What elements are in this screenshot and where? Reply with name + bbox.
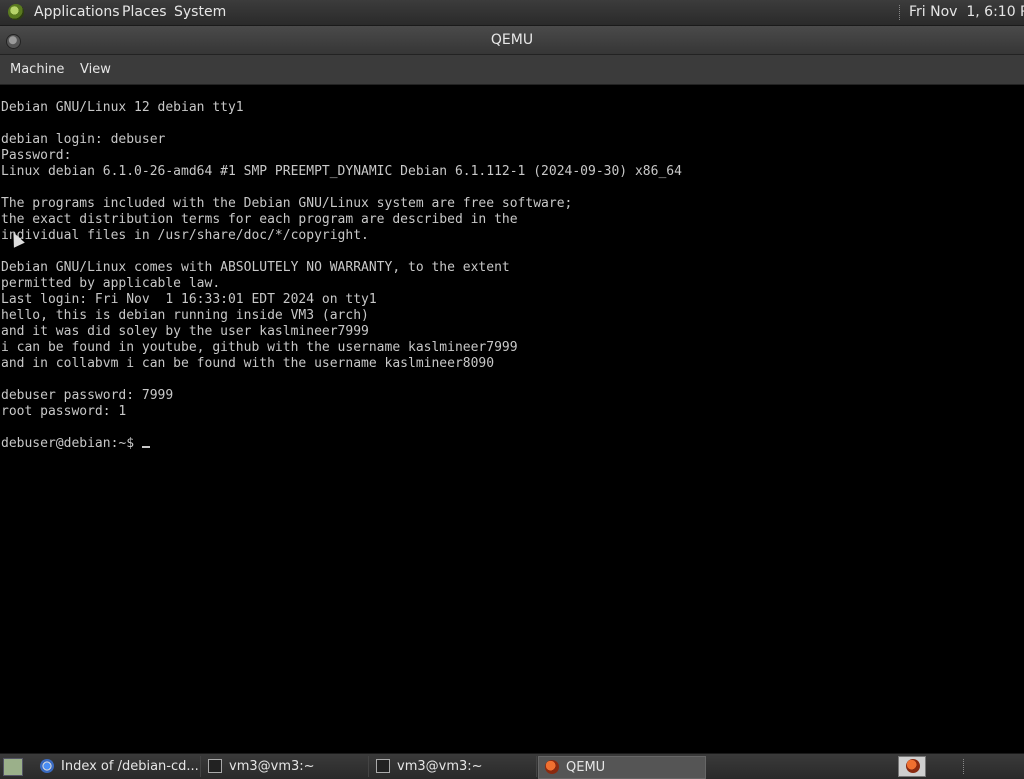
console-line: Linux debian 6.1.0-26-amd64 #1 SMP PREEM… <box>1 164 682 179</box>
window-titlebar[interactable]: QEMU <box>0 26 1024 55</box>
clock[interactable]: Fri Nov 1, 6:10 PM <box>909 0 1024 25</box>
console-line: permitted by applicable law. <box>1 276 221 291</box>
panel-separator <box>963 759 964 774</box>
vm-console[interactable]: Debian GNU/Linux 12 debian tty1 debian l… <box>0 85 1024 753</box>
text-cursor <box>141 446 150 448</box>
console-line: Debian GNU/Linux 12 debian tty1 <box>1 100 244 115</box>
console-line: debuser password: 7999 <box>1 388 174 403</box>
taskbar-item-label: QEMU <box>566 760 606 775</box>
console-line: i can be found in youtube, github with t… <box>1 340 518 355</box>
window-title: QEMU <box>490 32 534 48</box>
taskbar-item-qemu[interactable]: QEMU <box>538 756 706 779</box>
console-line: individual files in /usr/share/doc/*/cop… <box>1 228 369 243</box>
window-menubar: Machine View <box>0 55 1024 85</box>
console-line: Password: <box>1 148 72 163</box>
taskbar-item-terminal-2[interactable]: vm3@vm3:~ <box>370 756 537 777</box>
taskbar: Index of /debian-cd... vm3@vm3:~ vm3@vm3… <box>0 753 1024 779</box>
view-menu[interactable]: View <box>80 55 111 84</box>
terminal-icon <box>376 759 390 773</box>
places-menu[interactable]: Places <box>122 0 167 25</box>
applications-menu[interactable]: Applications <box>34 0 120 25</box>
console-line: the exact distribution terms for each pr… <box>1 212 518 227</box>
console-line: debian login: debuser <box>1 132 166 147</box>
qemu-tray-icon[interactable] <box>898 756 926 777</box>
window-close-icon[interactable] <box>6 34 21 49</box>
console-output: Debian GNU/Linux 12 debian tty1 debian l… <box>1 100 682 452</box>
taskbar-item-terminal-1[interactable]: vm3@vm3:~ <box>202 756 369 777</box>
panel-separator <box>899 5 902 20</box>
chromium-icon <box>40 759 54 773</box>
console-line: and it was did soley by the user kaslmin… <box>1 324 369 339</box>
taskbar-item-label: Index of /debian-cd... <box>61 759 199 774</box>
console-line: Debian GNU/Linux comes with ABSOLUTELY N… <box>1 260 510 275</box>
console-line: root password: 1 <box>1 404 127 419</box>
console-line: Last login: Fri Nov 1 16:33:01 EDT 2024 … <box>1 292 377 307</box>
console-line: and in collabvm i can be found with the … <box>1 356 495 371</box>
shell-prompt: debuser@debian:~$ <box>1 436 142 451</box>
console-line: The programs included with the Debian GN… <box>1 196 573 211</box>
distro-logo-icon[interactable] <box>8 4 24 20</box>
terminal-icon <box>208 759 222 773</box>
show-desktop-icon[interactable] <box>3 758 23 776</box>
qemu-icon <box>545 760 559 774</box>
console-line: hello, this is debian running inside VM3… <box>1 308 369 323</box>
taskbar-item-label: vm3@vm3:~ <box>229 759 315 774</box>
top-panel: Applications Places System Fri Nov 1, 6:… <box>0 0 1024 26</box>
system-menu[interactable]: System <box>174 0 226 25</box>
taskbar-item-label: vm3@vm3:~ <box>397 759 483 774</box>
machine-menu[interactable]: Machine <box>10 55 64 84</box>
taskbar-item-browser[interactable]: Index of /debian-cd... <box>34 756 201 777</box>
